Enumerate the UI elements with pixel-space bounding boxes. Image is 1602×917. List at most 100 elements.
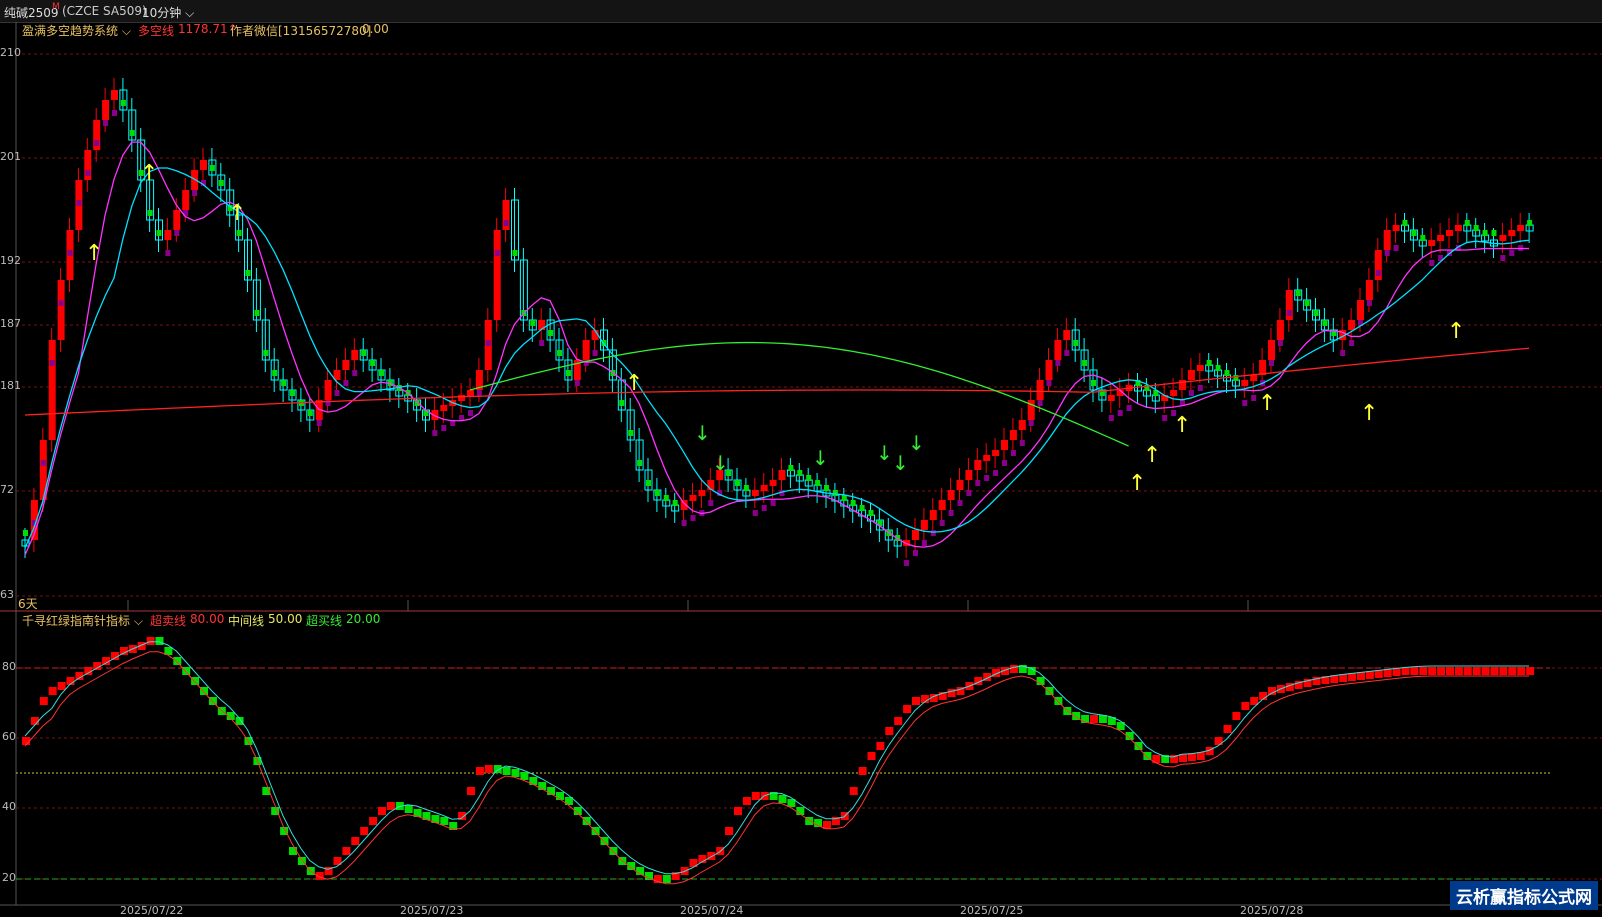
trend-block: [370, 360, 376, 366]
compass-bar: [511, 769, 520, 777]
compass-bar: [520, 772, 529, 780]
candle-body: [929, 510, 937, 520]
trend-block: [263, 350, 269, 356]
trend-block: [245, 270, 251, 276]
trend-block: [352, 370, 358, 376]
trend-block: [503, 220, 509, 226]
buy-arrow-icon: ↑: [1447, 319, 1465, 344]
trend-block: [1464, 220, 1470, 226]
candle-body: [164, 230, 172, 240]
trend-block: [1473, 225, 1479, 231]
trend-block: [913, 550, 918, 556]
candle-body: [778, 470, 786, 480]
candle-body: [182, 190, 190, 210]
candle-body: [1508, 230, 1516, 236]
trend-block: [1349, 340, 1355, 346]
compass-bar: [1090, 715, 1098, 723]
candle-body: [493, 230, 501, 320]
compass-bar: [912, 697, 920, 705]
trend-block: [904, 560, 910, 566]
trend-block: [975, 480, 981, 486]
sub-y-tick: 40: [2, 800, 16, 813]
trend-block: [743, 485, 749, 491]
trend-block: [663, 495, 669, 501]
candle-body: [1446, 230, 1453, 236]
trend-block: [129, 130, 135, 136]
trend-block: [94, 140, 100, 146]
compass-bar: [1508, 667, 1517, 675]
trend-block: [343, 380, 349, 386]
compass-bar: [1517, 667, 1526, 675]
compass-bar: [404, 805, 413, 813]
candle-body: [1454, 225, 1462, 231]
compass-bar: [849, 787, 858, 795]
trend-block: [1313, 310, 1319, 316]
trend-block: [290, 390, 295, 396]
main-y-tick: 210: [0, 46, 21, 59]
compass-bar: [146, 637, 155, 645]
buy-arrow-icon: ↑: [1258, 391, 1276, 416]
candle-body: [1187, 370, 1195, 380]
author-value: 0.00: [362, 22, 389, 36]
compass-bar: [600, 837, 609, 845]
buy-arrow-icon: ↑: [228, 201, 246, 226]
compass-bar: [1437, 667, 1446, 675]
compass-bar: [191, 677, 200, 685]
ma-red-line: [24, 347, 1530, 416]
trend-block: [708, 500, 714, 506]
compass-bar: [475, 767, 484, 775]
candle-body: [102, 100, 110, 120]
chart-canvas[interactable]: ↑↑↑↑↑↑↑↑ ↑↑↓ ↓ ↓↓↓↓: [0, 0, 1602, 912]
compass-bar: [173, 657, 182, 665]
trend-block: [1527, 220, 1533, 226]
trend-block: [1500, 255, 1506, 261]
mid-value: 50.00: [268, 612, 303, 626]
trend-block: [307, 410, 313, 416]
candle-body: [1009, 430, 1017, 440]
trend-block: [1028, 420, 1034, 426]
trend-block: [824, 485, 829, 491]
candle-body: [48, 340, 56, 440]
trend-block: [1188, 390, 1194, 396]
trend-block: [868, 510, 874, 516]
sell-arrow-icon: ↓: [876, 441, 893, 465]
candle-body: [1063, 330, 1071, 340]
trend-block: [254, 310, 260, 316]
compass-bar: [386, 802, 395, 810]
compass-bar: [1054, 697, 1063, 705]
trend-block: [1082, 360, 1088, 366]
trend-block: [1304, 300, 1310, 306]
trend-block: [103, 120, 109, 126]
sub-indicator-name[interactable]: 千寻红绿指南针指标 ⌵: [22, 612, 143, 629]
candle-body: [200, 160, 207, 170]
trend-block: [85, 170, 91, 176]
candle-body: [698, 490, 706, 496]
trend-block: [770, 500, 776, 506]
compass-bar: [582, 817, 591, 825]
trend-block: [654, 490, 660, 496]
trend-block: [1108, 415, 1114, 421]
compass-bar: [155, 637, 164, 645]
main-indicator-name[interactable]: 盈满多空趋势系统 ⌵: [22, 22, 131, 39]
trend-block: [1375, 270, 1381, 276]
candle-body: [173, 210, 181, 230]
chevron-down-icon: ⌵: [130, 614, 143, 628]
chevron-down-icon: ⌵: [118, 24, 131, 38]
compass-bar: [1419, 667, 1428, 675]
trend-block: [218, 180, 224, 186]
sub-y-tick: 80: [2, 660, 16, 673]
compass-bar: [484, 765, 493, 773]
compass-bar: [903, 705, 912, 713]
compass-bar: [1232, 712, 1241, 720]
trend-block: [806, 475, 812, 481]
compass-bar: [885, 727, 894, 735]
compass-bar: [742, 797, 751, 805]
trend-block: [1411, 230, 1417, 236]
main-y-tick: 201: [0, 150, 21, 163]
compass-bar: [467, 787, 475, 795]
candle-body: [769, 480, 777, 486]
overbought-value: 80.00: [190, 612, 225, 626]
trend-block: [174, 230, 180, 236]
compass-bar: [1463, 667, 1472, 675]
candle-body: [1107, 395, 1115, 401]
